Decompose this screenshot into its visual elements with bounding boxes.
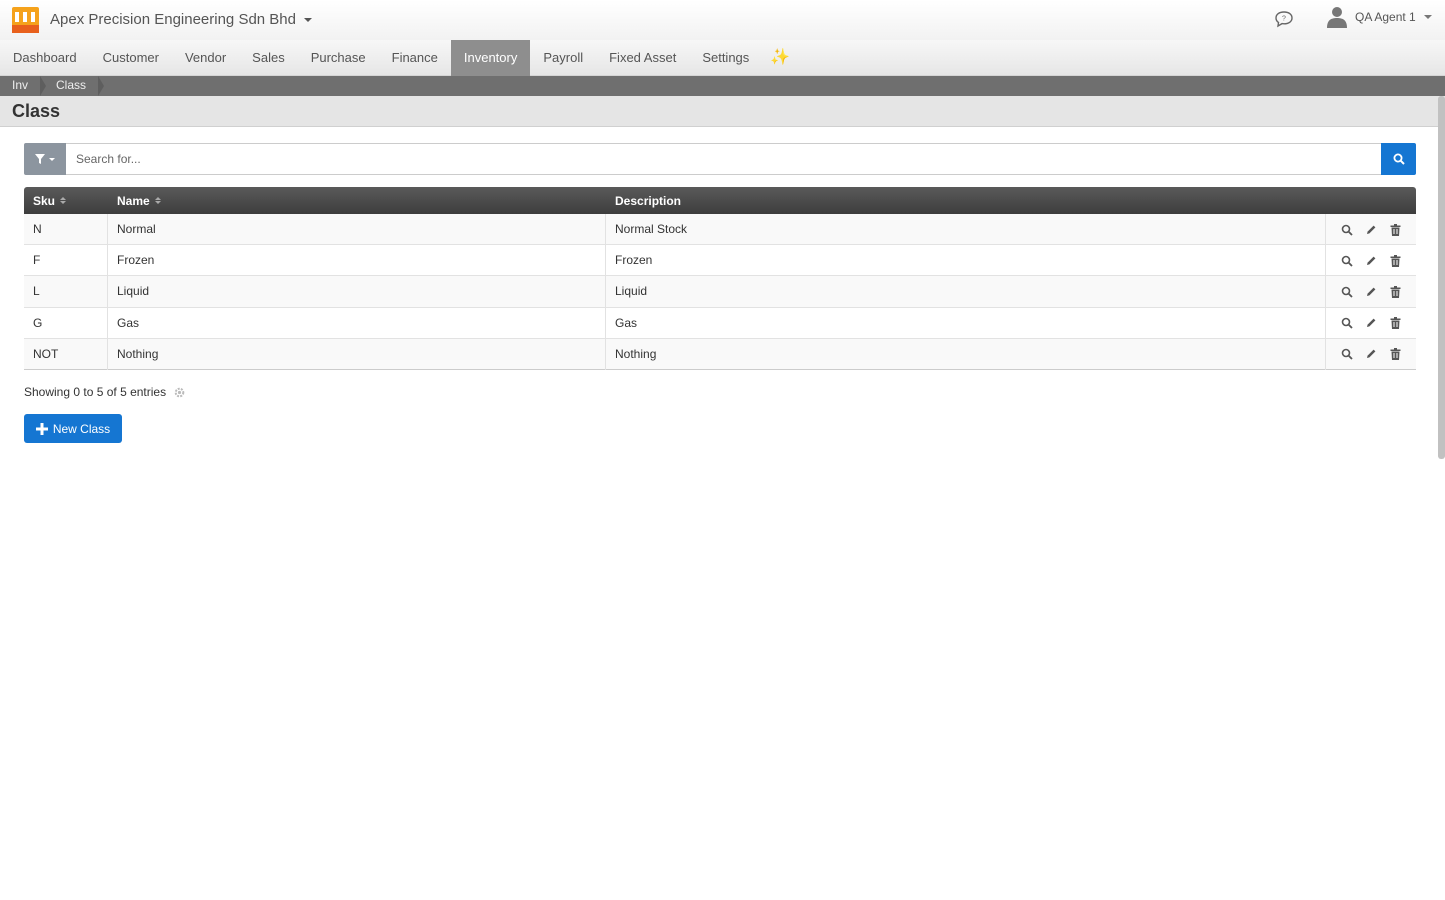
row-actions bbox=[1326, 245, 1416, 276]
filter-icon bbox=[35, 154, 45, 164]
sort-icon bbox=[154, 197, 161, 204]
nav-item-customer[interactable]: Customer bbox=[90, 40, 172, 76]
scrollbar[interactable] bbox=[1438, 96, 1445, 459]
cell-description: Gas bbox=[606, 307, 1326, 339]
cell-sku: NOT bbox=[24, 338, 108, 370]
column-header-label: Description bbox=[615, 193, 682, 208]
showing-text: Showing 0 to 5 of 5 entries bbox=[24, 385, 167, 399]
search-input[interactable] bbox=[66, 143, 1381, 175]
table-row: F Frozen Frozen bbox=[24, 245, 1416, 277]
nav-item-finance[interactable]: Finance bbox=[379, 40, 451, 76]
sort-icon bbox=[60, 197, 67, 204]
nav-item-vendor[interactable]: Vendor bbox=[172, 40, 239, 76]
column-header-description: Description bbox=[606, 187, 1326, 214]
cell-name: Liquid bbox=[108, 276, 606, 308]
nav-item-dashboard[interactable]: Dashboard bbox=[0, 40, 90, 76]
nav-item-sales[interactable]: Sales bbox=[239, 40, 298, 76]
column-header-sku[interactable]: Sku bbox=[24, 187, 108, 214]
table-row: G Gas Gas bbox=[24, 307, 1416, 339]
user-name: QA Agent 1 bbox=[1355, 10, 1416, 24]
company-logo-icon bbox=[12, 7, 39, 33]
row-actions bbox=[1326, 339, 1416, 370]
table-row: N Normal Normal Stock bbox=[24, 214, 1416, 246]
cell-sku: N bbox=[24, 214, 108, 245]
nav-item-fixed-asset[interactable]: Fixed Asset bbox=[596, 40, 689, 76]
cell-name: Frozen bbox=[108, 245, 606, 277]
row-actions bbox=[1326, 276, 1416, 307]
main-nav: Dashboard Customer Vendor Sales Purchase… bbox=[0, 40, 1445, 76]
edit-icon[interactable] bbox=[1364, 254, 1378, 268]
chevron-down-icon bbox=[49, 157, 55, 161]
user-avatar-icon bbox=[1327, 7, 1347, 28]
search-button[interactable] bbox=[1381, 143, 1416, 175]
cell-name: Normal bbox=[108, 214, 606, 245]
page-header: Class bbox=[0, 96, 1445, 127]
nav-item-inventory[interactable]: Inventory bbox=[450, 40, 531, 76]
company-switcher[interactable]: Apex Precision Engineering Sdn Bhd bbox=[50, 11, 312, 28]
cell-sku: G bbox=[24, 307, 108, 339]
gear-icon[interactable] bbox=[174, 387, 185, 398]
user-menu[interactable]: QA Agent 1 bbox=[1327, 6, 1432, 28]
cell-sku: F bbox=[24, 245, 108, 277]
column-header-name[interactable]: Name bbox=[108, 187, 606, 214]
view-icon[interactable] bbox=[1340, 254, 1354, 268]
cell-description: Normal Stock bbox=[606, 214, 1326, 245]
class-table: Sku Name Description N Normal Normal Sto… bbox=[24, 187, 1416, 370]
column-header-label: Name bbox=[117, 193, 150, 208]
new-class-label: New Class bbox=[52, 421, 111, 436]
column-header-label: Sku bbox=[33, 193, 56, 208]
sparkle-icon[interactable]: ✨ bbox=[762, 40, 798, 76]
delete-icon[interactable] bbox=[1388, 285, 1402, 299]
edit-icon[interactable] bbox=[1364, 316, 1378, 330]
view-icon[interactable] bbox=[1340, 223, 1354, 237]
cell-name: Nothing bbox=[108, 338, 606, 370]
view-icon[interactable] bbox=[1340, 347, 1354, 361]
chat-icon[interactable]: ? bbox=[1274, 10, 1294, 28]
cell-sku: L bbox=[24, 276, 108, 308]
filter-button[interactable] bbox=[24, 143, 66, 175]
breadcrumb-item-inv[interactable]: Inv bbox=[0, 76, 47, 96]
chevron-down-icon bbox=[304, 17, 312, 22]
breadcrumb-item-class[interactable]: Class bbox=[40, 76, 105, 96]
delete-icon[interactable] bbox=[1388, 254, 1402, 268]
search-bar bbox=[24, 143, 1416, 175]
edit-icon[interactable] bbox=[1364, 285, 1378, 299]
cell-description: Nothing bbox=[606, 338, 1326, 370]
nav-item-purchase[interactable]: Purchase bbox=[298, 40, 379, 76]
company-name: Apex Precision Engineering Sdn Bhd bbox=[50, 11, 296, 28]
nav-item-settings[interactable]: Settings bbox=[689, 40, 762, 76]
nav-item-payroll[interactable]: Payroll bbox=[530, 40, 596, 76]
edit-icon[interactable] bbox=[1364, 347, 1378, 361]
chevron-down-icon bbox=[1423, 15, 1432, 19]
breadcrumb: Inv Class bbox=[0, 76, 1445, 96]
row-actions bbox=[1326, 308, 1416, 339]
delete-icon[interactable] bbox=[1388, 347, 1402, 361]
view-icon[interactable] bbox=[1340, 285, 1354, 299]
svg-text:?: ? bbox=[1282, 16, 1286, 23]
view-icon[interactable] bbox=[1340, 316, 1354, 330]
plus-icon bbox=[35, 422, 48, 435]
table-row: NOT Nothing Nothing bbox=[24, 338, 1416, 370]
new-class-button[interactable]: New Class bbox=[24, 414, 122, 443]
edit-icon[interactable] bbox=[1364, 223, 1378, 237]
pagination-info: Showing 0 to 5 of 5 entries bbox=[24, 385, 185, 399]
column-header-actions bbox=[1326, 187, 1416, 214]
top-bar: Apex Precision Engineering Sdn Bhd ? QA … bbox=[0, 0, 1445, 40]
delete-icon[interactable] bbox=[1388, 223, 1402, 237]
search-icon bbox=[1393, 153, 1405, 165]
cell-description: Frozen bbox=[606, 245, 1326, 277]
cell-description: Liquid bbox=[606, 276, 1326, 308]
row-actions bbox=[1326, 214, 1416, 245]
table-row: L Liquid Liquid bbox=[24, 276, 1416, 308]
cell-name: Gas bbox=[108, 307, 606, 339]
table-header: Sku Name Description bbox=[24, 187, 1416, 214]
delete-icon[interactable] bbox=[1388, 316, 1402, 330]
page-title: Class bbox=[12, 101, 61, 121]
